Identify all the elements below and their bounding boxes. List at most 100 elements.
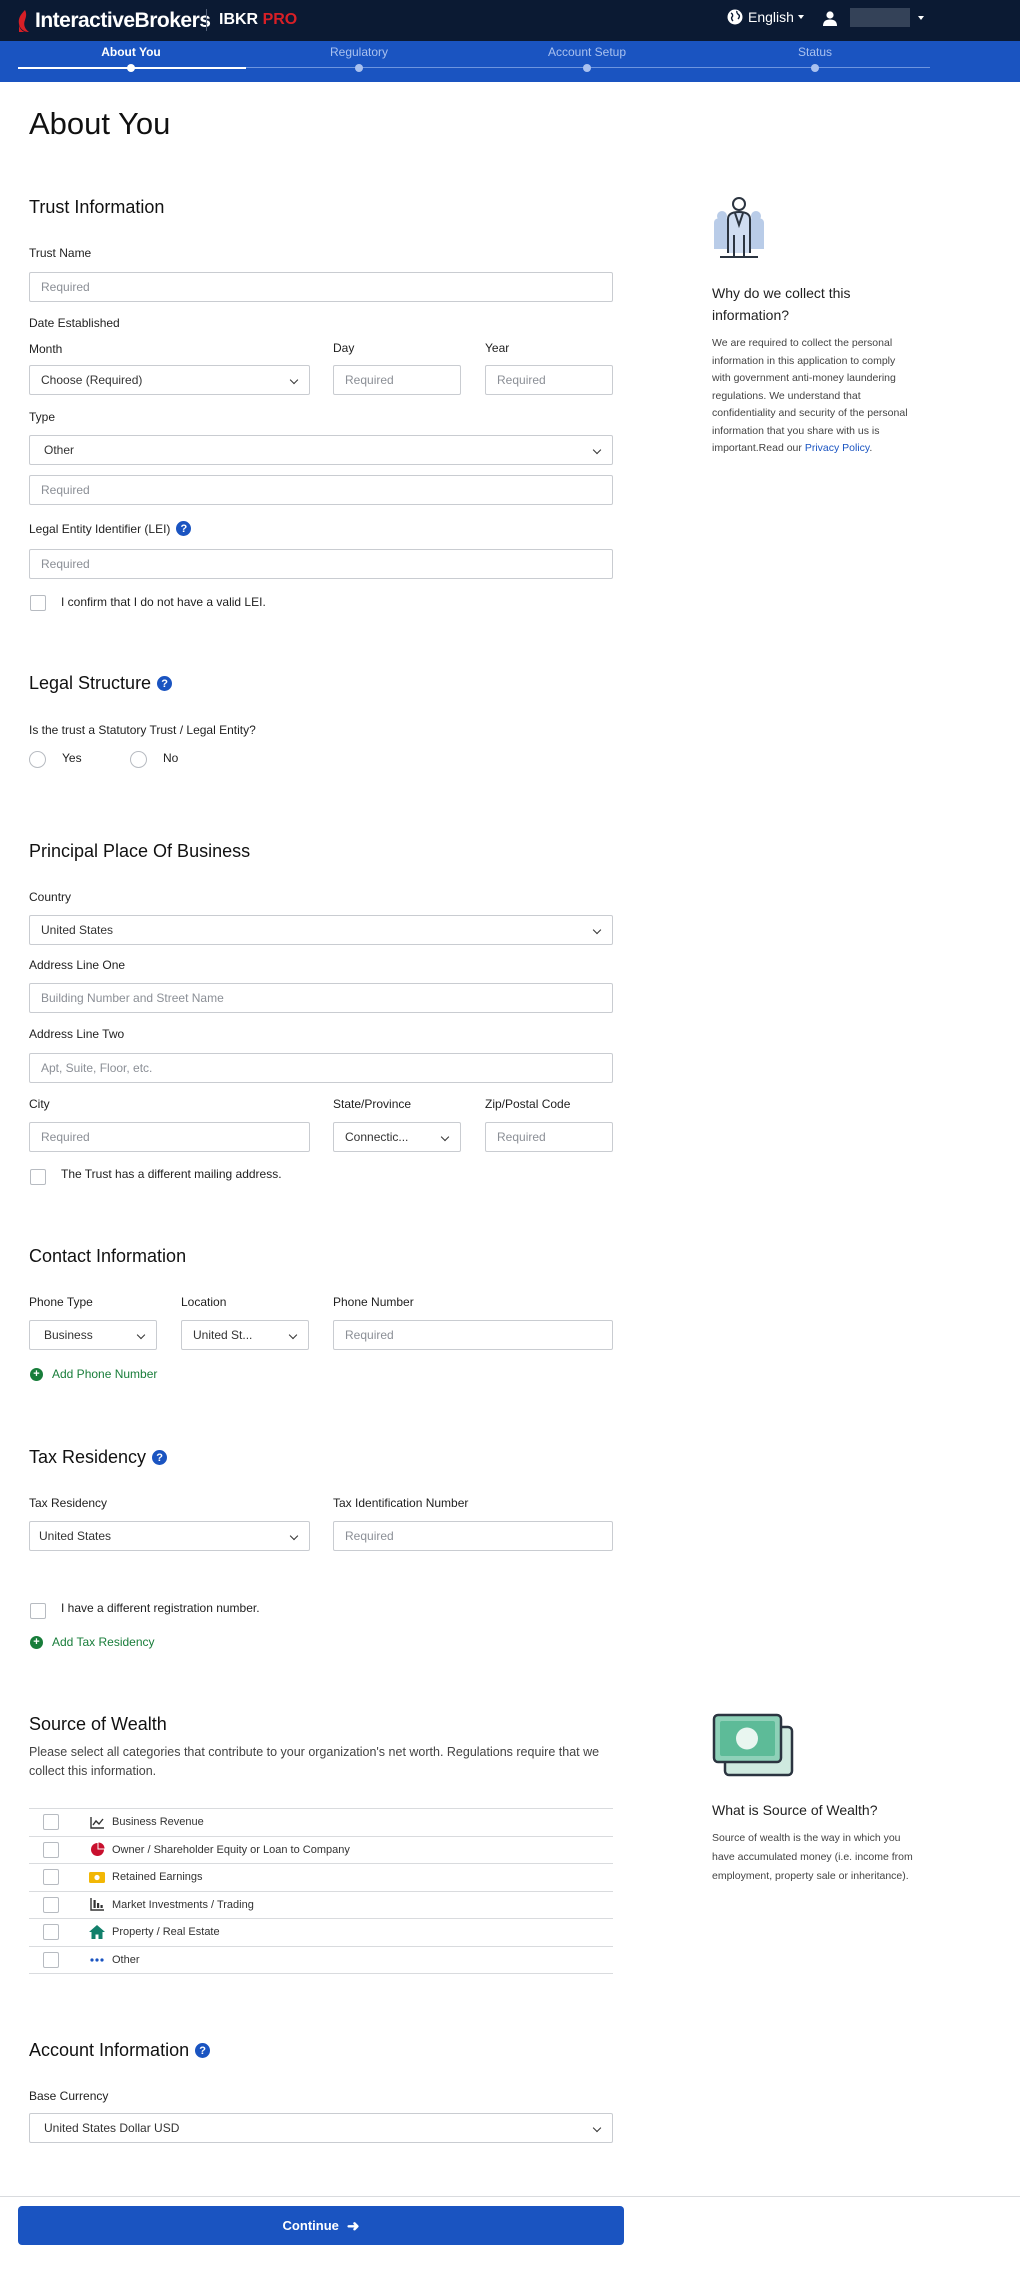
wealth-checkbox[interactable] [43, 1924, 59, 1940]
no-lei-checkbox[interactable] [30, 595, 46, 611]
step-dot-regulatory [355, 64, 363, 72]
address-line-one-input[interactable]: Building Number and Street Name [29, 983, 613, 1013]
wealth-checkbox[interactable] [43, 1841, 59, 1858]
top-navbar: InteractiveBrokers IBKR PRO English [0, 0, 1020, 41]
wealth-row-retained-earnings[interactable]: Retained Earnings [29, 1864, 613, 1892]
wealth-row-label: Market Investments / Trading [112, 1898, 254, 1911]
cash-icon [89, 1870, 105, 1884]
wealth-row-label: Property / Real Estate [112, 1926, 220, 1938]
phone-number-input[interactable]: Required [333, 1320, 613, 1350]
why-collect-period: . [869, 442, 873, 454]
lei-label: Legal Entity Identifier (LEI)? [29, 521, 192, 536]
why-collect-body: We are required to collect the personal … [712, 335, 912, 458]
statutory-trust-question: Is the trust a Statutory Trust / Legal E… [29, 723, 256, 737]
statutory-yes-radio[interactable] [29, 751, 46, 768]
country-select[interactable]: United States [29, 915, 613, 945]
help-icon[interactable]: ? [195, 2043, 211, 2058]
cash-illustration-icon [712, 1713, 794, 1777]
wealth-checkbox[interactable] [43, 1951, 59, 1968]
tin-input[interactable]: Required [333, 1521, 613, 1551]
help-icon[interactable]: ? [157, 676, 173, 691]
why-collect-title: Why do we collect this information? [712, 285, 851, 323]
different-registration-checkbox[interactable] [30, 1603, 46, 1619]
step-about-you[interactable]: About You [17, 45, 245, 59]
phone-location-select-value: United St... [193, 1328, 253, 1342]
wealth-row-business-revenue[interactable]: Business Revenue [29, 1809, 613, 1837]
step-account-setup[interactable]: Account Setup [473, 45, 701, 59]
step-regulatory[interactable]: Regulatory [245, 45, 473, 59]
tax-heading: Tax Residency? [29, 1447, 168, 1468]
base-currency-select[interactable]: United States Dollar USD [29, 2113, 613, 2143]
state-select-value: Connectic... [345, 1130, 409, 1144]
brand-name: InteractiveBrokers [35, 9, 211, 32]
wealth-checkbox[interactable] [43, 1896, 59, 1913]
account-info-heading-text: Account Information [29, 2040, 190, 2060]
zip-label: Zip/Postal Code [485, 1097, 571, 1111]
statutory-no-radio[interactable] [130, 751, 147, 768]
plus-circle-icon: + [30, 1635, 43, 1649]
base-currency-select-value: United States Dollar USD [44, 2121, 180, 2135]
phone-location-select[interactable]: United St... [181, 1320, 309, 1350]
base-currency-label: Base Currency [29, 2089, 109, 2103]
trust-name-label: Trust Name [29, 246, 92, 260]
user-menu[interactable] [822, 8, 924, 27]
wealth-row-market-investments[interactable]: Market Investments / Trading [29, 1892, 613, 1919]
add-phone-number-link[interactable]: + Add Phone Number [30, 1367, 157, 1381]
different-registration-label: I have a different registration number. [61, 1601, 260, 1615]
state-select[interactable]: Connectic... [333, 1122, 461, 1152]
tax-residency-select[interactable]: United States [29, 1521, 310, 1551]
language-label: English [748, 9, 794, 25]
legal-structure-heading: Legal Structure? [29, 673, 173, 694]
account-info-heading: Account Information? [29, 2040, 211, 2061]
city-input[interactable]: Required [29, 1122, 310, 1152]
step-dot-status [811, 64, 819, 72]
tax-heading-text: Tax Residency [29, 1447, 147, 1467]
wealth-row-label: Owner / Shareholder Equity or Loan to Co… [112, 1843, 350, 1856]
pie-chart-icon [89, 1842, 105, 1857]
ib-logo[interactable]: InteractiveBrokers [16, 8, 211, 34]
progress-steps: About You Regulatory Account Setup Statu… [0, 41, 1020, 82]
why-collect-text: We are required to collect the personal … [712, 337, 908, 454]
address-line-two-input[interactable]: Apt, Suite, Floor, etc. [29, 1053, 613, 1083]
day-label: Day [333, 341, 355, 355]
wealth-checkbox[interactable] [43, 1814, 59, 1830]
trust-name-input[interactable]: Required [29, 272, 613, 302]
nav-divider [206, 9, 207, 31]
phone-type-label: Phone Type [29, 1295, 93, 1309]
trust-info-heading: Trust Information [29, 197, 164, 218]
username-redacted [850, 8, 910, 27]
tax-residency-label: Tax Residency [29, 1496, 108, 1510]
lei-label-text: Legal Entity Identifier (LEI) [29, 521, 171, 536]
type-other-input[interactable]: Required [29, 475, 613, 505]
wealth-side-body: Source of wealth is the way in which you… [712, 1832, 913, 1882]
zip-input[interactable]: Required [485, 1122, 613, 1152]
continue-button[interactable]: Continue ➜ [18, 2206, 624, 2245]
wealth-row-other[interactable]: Other [29, 1947, 613, 1974]
help-icon[interactable]: ? [176, 521, 192, 536]
statutory-yes-label: Yes [62, 751, 82, 765]
page-title: About You [29, 106, 171, 141]
date-established-label: Date Established [29, 316, 120, 330]
wealth-categories-list: Business Revenue Owner / Shareholder Equ… [29, 1808, 613, 1974]
wealth-row-property[interactable]: Property / Real Estate [29, 1919, 613, 1947]
type-select[interactable]: Other [29, 435, 613, 465]
address-line-one-label: Address Line One [29, 958, 126, 972]
country-label: Country [29, 890, 72, 904]
day-input[interactable]: Required [333, 365, 461, 395]
add-tax-residency-link[interactable]: + Add Tax Residency [30, 1635, 155, 1649]
privacy-policy-link[interactable]: Privacy Policy [805, 442, 870, 454]
phone-type-select[interactable]: Business [29, 1320, 157, 1350]
month-select[interactable]: Choose (Required) [29, 365, 310, 395]
wealth-row-owner-equity[interactable]: Owner / Shareholder Equity or Loan to Co… [29, 1837, 613, 1864]
language-selector[interactable]: English [727, 9, 804, 25]
location-label: Location [181, 1295, 227, 1309]
year-input[interactable]: Required [485, 365, 613, 395]
step-status[interactable]: Status [701, 45, 929, 59]
wealth-checkbox[interactable] [43, 1869, 59, 1885]
help-icon[interactable]: ? [152, 1450, 168, 1465]
year-label: Year [485, 341, 510, 355]
mailing-address-checkbox[interactable] [30, 1169, 46, 1185]
lei-input[interactable]: Required [29, 549, 613, 579]
address-line-two-label: Address Line Two [29, 1027, 125, 1041]
wealth-row-label: Other [112, 1953, 140, 1966]
